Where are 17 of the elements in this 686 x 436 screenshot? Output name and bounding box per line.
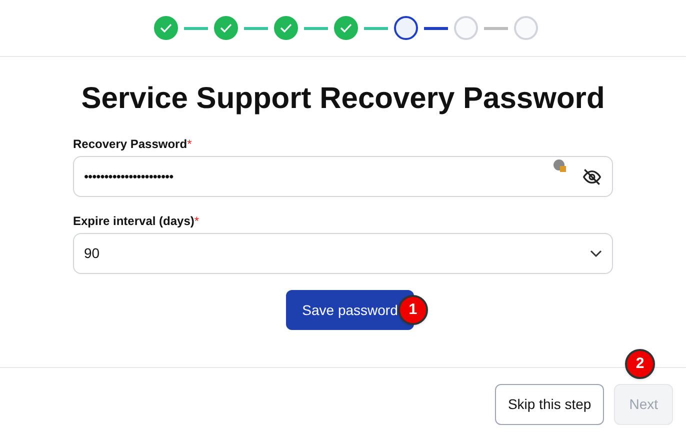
step-connector: [364, 26, 388, 30]
step-connector: [424, 26, 448, 30]
required-mark: *: [187, 136, 192, 153]
required-mark: *: [194, 213, 200, 230]
chevron-down-icon: [590, 250, 602, 258]
skip-button[interactable]: Skip this step: [494, 384, 604, 425]
step-connector: [304, 26, 328, 30]
field-label: Recovery Password: [73, 136, 188, 153]
field-label: Expire interval (days): [73, 213, 194, 230]
number-badge: 2: [625, 349, 655, 379]
page-title: Service Support Recovery Password: [80, 81, 606, 117]
select-field[interactable]: 90: [73, 233, 613, 274]
eye-off-icon[interactable]: [582, 168, 602, 186]
step-connector: [244, 26, 268, 30]
step-connector: [484, 26, 508, 30]
step-connector: [184, 26, 208, 30]
password-field[interactable]: ••••••••••••••••••••••: [73, 156, 613, 197]
